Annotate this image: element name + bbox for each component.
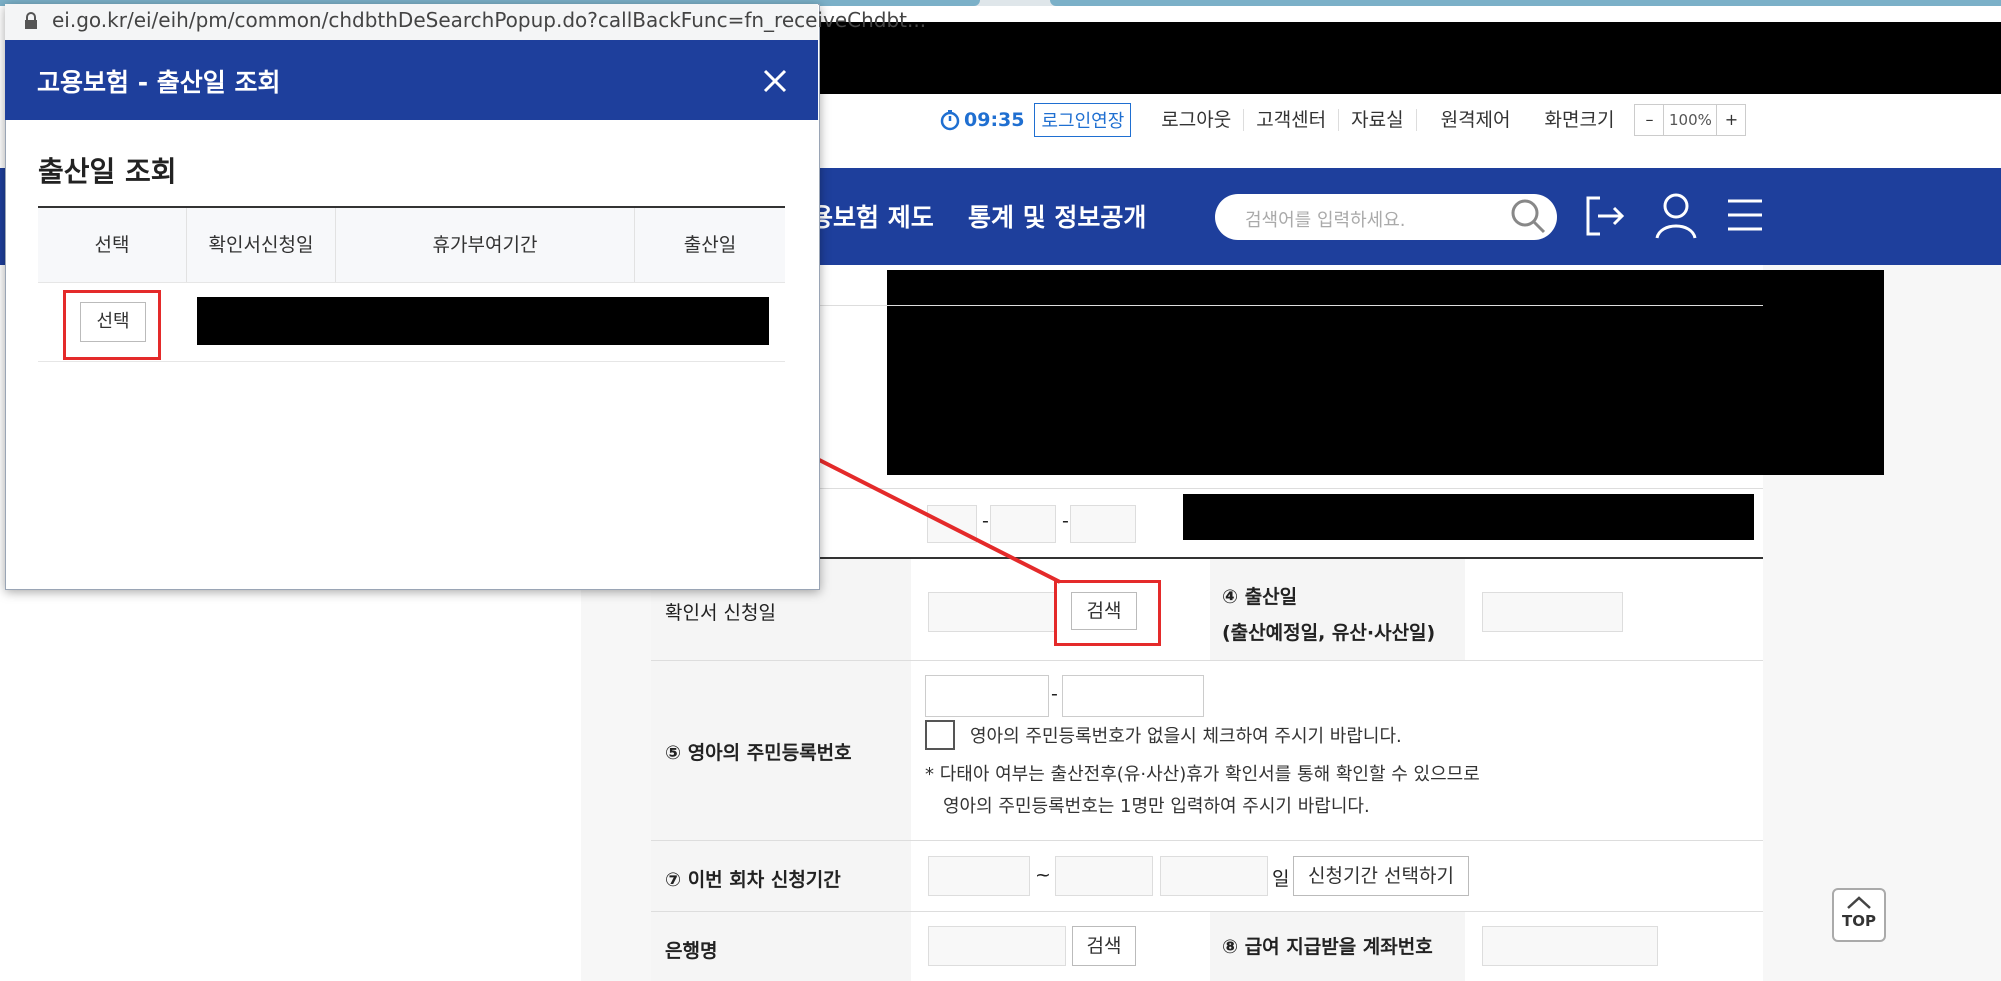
redacted-block <box>197 297 769 345</box>
close-icon[interactable] <box>762 68 788 94</box>
section-title: 출산일 조회 <box>38 155 177 188</box>
lock-icon <box>25 12 37 29</box>
column-header-select: 선택 <box>38 208 187 282</box>
annotation-highlight <box>63 290 161 360</box>
row-divider <box>38 361 785 362</box>
column-header-birth-date: 출산일 <box>635 208 785 282</box>
column-header-confirm-date: 확인서신청일 <box>187 208 336 282</box>
popup-title: 고용보험 - 출산일 조회 <box>37 68 281 97</box>
popup-url-text[interactable]: ei.go.kr/ei/eih/pm/common/chdbthDeSearch… <box>52 8 926 32</box>
column-header-leave-period: 휴가부여기간 <box>336 208 635 282</box>
